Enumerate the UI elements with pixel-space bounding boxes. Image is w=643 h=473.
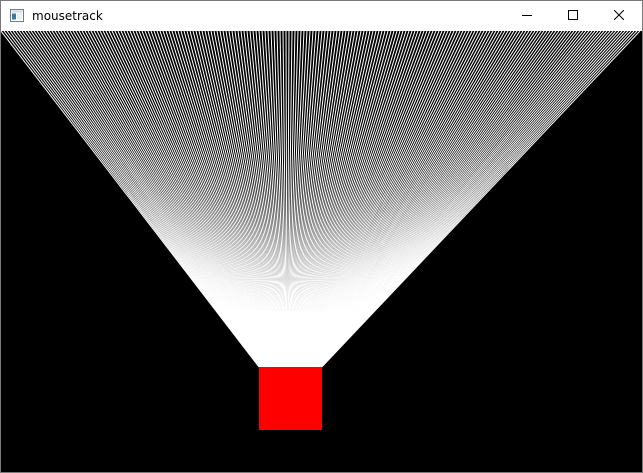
title-bar[interactable]: mousetrack [1,1,642,31]
scene-svg [1,31,642,472]
close-button[interactable] [596,1,642,31]
minimize-icon [522,7,532,25]
cursor-box [259,367,322,430]
maximize-icon [568,7,578,25]
close-icon [613,7,625,25]
app-window: mousetrack [0,0,643,473]
minimize-button[interactable] [504,1,550,31]
drawing-canvas[interactable] [1,31,642,472]
window-title: mousetrack [32,9,103,23]
maximize-button[interactable] [550,1,596,31]
window-app-icon [10,9,24,22]
